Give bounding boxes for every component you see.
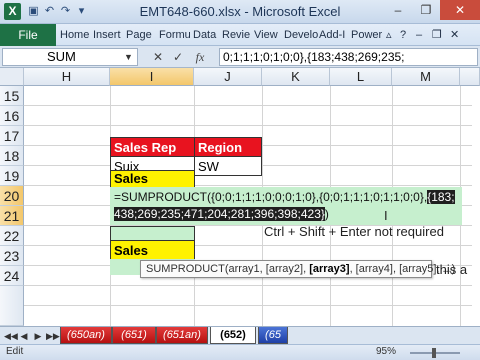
collapse-ribbon-icon[interactable]: ▵: [384, 24, 394, 46]
cell-region-header[interactable]: Region: [194, 137, 262, 157]
note-ctrl-shift-enter[interactable]: Ctrl + Shift + Enter not required: [264, 224, 444, 239]
cell-sales-rep-header[interactable]: Sales Rep: [110, 137, 195, 157]
text-cursor-icon: I: [384, 208, 388, 223]
row-header-20[interactable]: 20: [0, 186, 24, 206]
last-sheet-icon[interactable]: ▶▶: [46, 329, 60, 343]
formula-bar: SUM ▼ ✕ ✓ fx 0;1;1;1;0;1;0;0},{183;438;2…: [0, 46, 480, 68]
cell-sales-label-19[interactable]: Sales: [110, 170, 195, 188]
tab-formulas[interactable]: Formu: [157, 24, 193, 46]
window-restore-icon[interactable]: ❐: [430, 24, 444, 46]
function-tooltip[interactable]: SUMPRODUCT(array1, [array2], [array3], […: [140, 260, 455, 278]
minimize-button[interactable]: –: [384, 0, 412, 20]
zoom-slider-handle[interactable]: [431, 348, 436, 358]
sheet-tab-650an[interactable]: (650an): [60, 327, 112, 344]
gridline: [24, 305, 472, 306]
formula-line-2-plain: ): [324, 207, 329, 221]
row-header-19[interactable]: 19: [0, 166, 24, 186]
insert-function-icon[interactable]: fx: [192, 49, 208, 65]
tab-review[interactable]: Revie: [220, 24, 252, 46]
zoom-level[interactable]: 95%: [376, 346, 396, 357]
close-button[interactable]: ✕: [440, 0, 480, 20]
column-header-j[interactable]: J: [194, 68, 262, 86]
window-close-icon[interactable]: ✕: [448, 24, 461, 46]
row-header-23[interactable]: 23: [0, 246, 24, 266]
column-header-i[interactable]: I: [110, 68, 194, 86]
gridline: [24, 105, 472, 106]
row-header-empty: [0, 286, 24, 326]
formula-line-1-highlight: {183;: [427, 190, 455, 204]
gridline: [24, 125, 472, 126]
column-header-k[interactable]: K: [262, 68, 330, 86]
row-header-15[interactable]: 15: [0, 86, 24, 106]
cell-sales-label-23[interactable]: Sales: [110, 240, 195, 260]
prev-sheet-icon[interactable]: ◀: [18, 329, 30, 343]
tab-developer[interactable]: Develo: [282, 24, 320, 46]
row-header-22[interactable]: 22: [0, 226, 24, 246]
tooltip-post: , [array4], [array5], ...): [349, 263, 456, 275]
column-header-m[interactable]: M: [392, 68, 460, 86]
row-header-24[interactable]: 24: [0, 266, 24, 286]
name-box-dropdown-icon[interactable]: ▼: [124, 48, 133, 66]
tab-insert[interactable]: Insert: [91, 24, 123, 46]
row-header-18[interactable]: 18: [0, 146, 24, 166]
formula-line-1-plain: =SUMPRODUCT({0;0;1;1;1;0;0;0;1;0},{0;0;1…: [114, 190, 428, 204]
sheet-tab-651[interactable]: (651): [112, 327, 156, 344]
column-header-partial[interactable]: [460, 68, 480, 86]
cancel-icon[interactable]: ✕: [150, 49, 166, 65]
tab-data[interactable]: Data: [191, 24, 218, 46]
sheet-tab-652[interactable]: (652): [210, 327, 256, 344]
row-header-16[interactable]: 16: [0, 106, 24, 126]
formula-line-2[interactable]: 438;269;235;471;204;281;396;398;423}): [114, 204, 329, 224]
tab-file[interactable]: File: [0, 24, 56, 46]
title-bar: X ▣ ↶ ↷ ▾ EMT648-660.xlsx - Microsoft Ex…: [0, 0, 480, 24]
tab-add-ins[interactable]: Add-I: [317, 24, 347, 46]
column-header-h[interactable]: H: [24, 68, 110, 86]
restore-button[interactable]: ❐: [412, 0, 440, 20]
name-box[interactable]: SUM: [2, 48, 138, 66]
tab-power[interactable]: Power: [349, 24, 384, 46]
status-bar: Edit 95%: [0, 344, 480, 360]
enter-icon[interactable]: ✓: [170, 49, 186, 65]
help-icon[interactable]: ?: [398, 24, 408, 46]
formula-line-2-highlight: 438;269;235;471;204;281;396;398;423}: [114, 207, 325, 221]
row-header-17[interactable]: 17: [0, 126, 24, 146]
tooltip-pre: SUMPRODUCT(array1, [array2],: [146, 263, 310, 275]
gridline: [24, 185, 472, 186]
select-all-corner[interactable]: [0, 68, 24, 86]
formula-input[interactable]: 0;1;1;1;0;1;0;0},{183;438;269;235;: [219, 48, 478, 66]
tab-view[interactable]: View: [252, 24, 280, 46]
sheet-tab-bar: ◀◀ ◀ ▶ ▶▶ (650an) (651) (651an) (652) (6…: [0, 326, 480, 344]
first-sheet-icon[interactable]: ◀◀: [4, 329, 18, 343]
tab-home[interactable]: Home: [58, 24, 91, 46]
gridline: [24, 245, 472, 246]
status-mode: Edit: [6, 346, 24, 357]
gridline: [24, 285, 472, 286]
column-header-l[interactable]: L: [330, 68, 392, 86]
cell-region-value[interactable]: SW: [194, 156, 262, 176]
window-minimize-icon[interactable]: –: [414, 24, 424, 46]
sheet-tab-65-partial[interactable]: (65: [258, 327, 288, 344]
ribbon-tab-bar: File Home Insert Page Formu Data Revie V…: [0, 24, 480, 46]
tab-page-layout[interactable]: Page: [124, 24, 154, 46]
sheet-tab-651an[interactable]: (651an): [156, 327, 208, 344]
row-header-21[interactable]: 21: [0, 206, 24, 226]
next-sheet-icon[interactable]: ▶: [32, 329, 44, 343]
tooltip-current-arg: [array3]: [309, 263, 350, 275]
